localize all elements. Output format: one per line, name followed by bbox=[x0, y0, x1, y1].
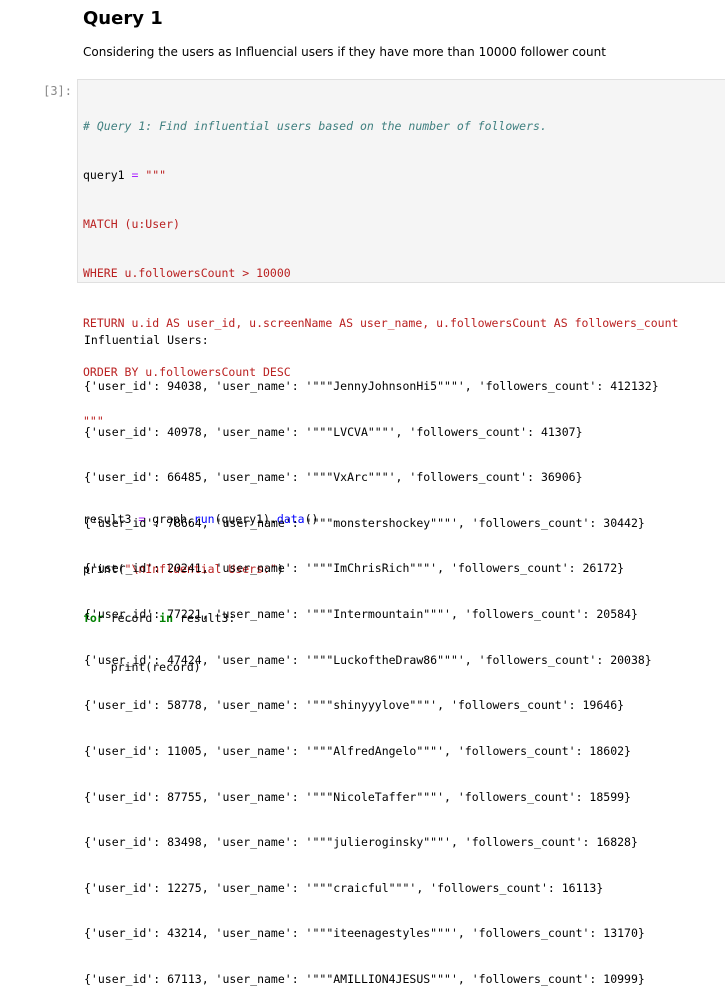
output-record: {'user_id': 11005, 'user_name': '"""Alfr… bbox=[84, 743, 631, 758]
cell-output: Influential Users: {'user_id': 94038, 'u… bbox=[84, 303, 659, 1002]
code-line-2: query1 = """ bbox=[83, 167, 678, 183]
output-record: {'user_id': 83498, 'user_name': '"""juli… bbox=[84, 835, 638, 850]
code-line-3: MATCH (u:User) bbox=[83, 217, 180, 232]
code-assign: = bbox=[124, 168, 146, 183]
output-record: {'user_id': 20241, 'user_name': '"""ImCh… bbox=[84, 561, 625, 576]
code-line-4: WHERE u.followersCount > 10000 bbox=[83, 266, 291, 281]
output-record: {'user_id': 12275, 'user_name': '"""crai… bbox=[84, 880, 604, 895]
markdown-text: Considering the users as Influencial use… bbox=[83, 45, 606, 59]
output-record: {'user_id': 77221, 'user_name': '"""Inte… bbox=[84, 607, 638, 622]
output-record: {'user_id': 66485, 'user_name': '"""VxAr… bbox=[84, 470, 583, 485]
code-comment: # Query 1: Find influential users based … bbox=[83, 118, 547, 133]
output-record: {'user_id': 94038, 'user_name': '"""Jenn… bbox=[84, 379, 659, 394]
output-record: {'user_id': 78664, 'user_name': '"""mons… bbox=[84, 515, 645, 530]
output-record: {'user_id': 40978, 'user_name': '"""LVCV… bbox=[84, 424, 583, 439]
output-record: {'user_id': 43214, 'user_name': '"""itee… bbox=[84, 926, 645, 941]
markdown-heading: Query 1 bbox=[83, 8, 163, 29]
code-line-1: # Query 1: Find influential users based … bbox=[83, 118, 678, 134]
code-var: query1 bbox=[83, 168, 125, 183]
output-record: {'user_id': 47424, 'user_name': '"""Luck… bbox=[84, 652, 652, 667]
cell-prompt: [3]: bbox=[43, 84, 72, 98]
code-cell-editor[interactable]: # Query 1: Find influential users based … bbox=[77, 79, 725, 674]
output-header: Influential Users: bbox=[84, 333, 209, 348]
output-record: {'user_id': 87755, 'user_name': '"""Nico… bbox=[84, 789, 631, 804]
code-triple-open: """ bbox=[145, 168, 167, 183]
output-record: {'user_id': 67113, 'user_name': '"""AMIL… bbox=[84, 971, 645, 986]
output-record: {'user_id': 58778, 'user_name': '"""shin… bbox=[84, 698, 625, 713]
